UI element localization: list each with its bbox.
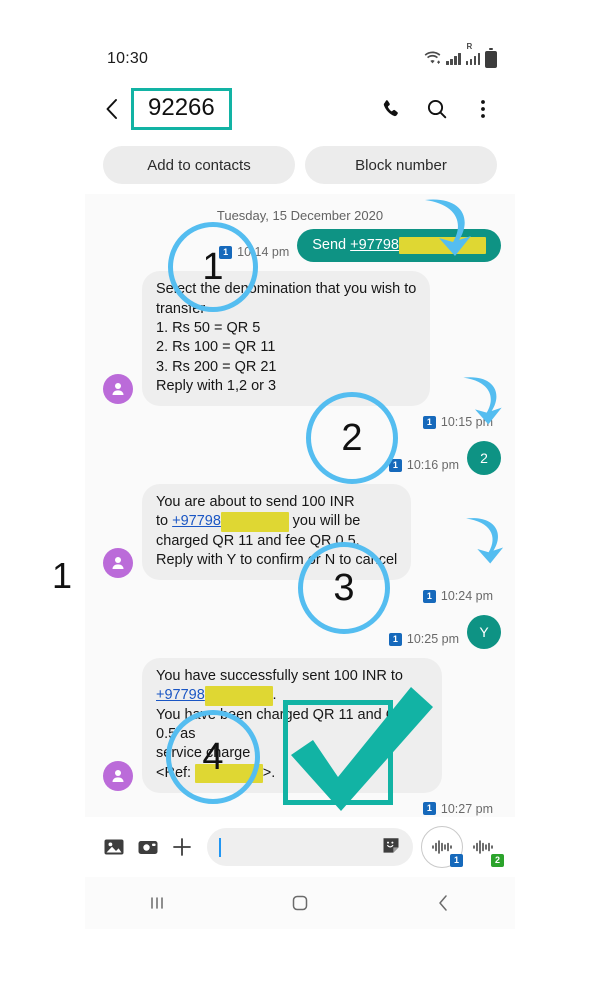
message-time: 10:16 pm [406, 458, 459, 473]
composer-bar: 1 2 [85, 817, 515, 877]
message-line: transfer [156, 300, 206, 317]
sim-badge: 1 [219, 245, 233, 259]
message-thread[interactable]: Tuesday, 15 December 2020 1 10:14 pm Sen… [85, 194, 515, 817]
message-row: You are about to send 100 INR to +97798X… [85, 484, 515, 581]
phone-icon[interactable] [379, 97, 403, 121]
wifi-icon [424, 50, 441, 69]
message-meta: 1 10:24 pm [422, 589, 493, 604]
message-meta-row: 1 10:27 pm [85, 802, 515, 819]
message-bubble-received[interactable]: You have successfully sent 100 INR to +9… [142, 658, 442, 793]
roaming-label: R [466, 42, 473, 51]
block-number-button[interactable]: Block number [305, 146, 497, 184]
message-row: 1 10:16 pm 2 [85, 441, 515, 476]
message-bubble-sent[interactable]: Send +97798XXXXXXXXX [297, 229, 501, 263]
text-caret [219, 837, 221, 857]
battery-icon [485, 48, 497, 68]
message-line: <Ref: XXXXXXX>. [156, 763, 428, 783]
status-icons: R [424, 43, 497, 69]
message-line: Reply with Y to confirm or N to cancel [156, 551, 398, 568]
annotation-margin-number: 1 [52, 555, 73, 596]
message-row: You have successfully sent 100 INR to +9… [85, 658, 515, 793]
message-row: 1 10:25 pm Y [85, 615, 515, 650]
action-chips: Add to contacts Block number [85, 140, 515, 194]
voice-waveform-icon [473, 840, 493, 854]
conversation-title-highlight: 92266 [131, 87, 232, 131]
phone-link[interactable]: +97798 [156, 687, 205, 703]
message-meta: 1 10:27 pm [422, 801, 493, 816]
message-line: charged QR 11 and fee QR 0.5. [156, 532, 360, 549]
status-bar: 10:30 R [85, 40, 515, 78]
sim-badge: 1 [422, 802, 436, 816]
voice-waveform-icon [432, 840, 452, 854]
message-text: Send [312, 237, 351, 253]
message-time: 10:27 pm [440, 801, 493, 816]
sim-badge: 1 [450, 854, 463, 867]
message-time: 10:15 pm [440, 415, 493, 430]
message-line: +97798XXXXXXX. [156, 686, 428, 706]
back-chevron-icon[interactable] [99, 96, 125, 122]
message-meta: 1 10:14 pm [219, 245, 289, 259]
message-bubble-received[interactable]: You are about to send 100 INR to +97798X… [142, 484, 412, 581]
message-bubble-received[interactable]: Select the denomination that you wish to… [142, 271, 431, 407]
sim-badge: 1 [388, 632, 402, 646]
message-line: 3. Rs 200 = QR 21 [156, 358, 277, 375]
message-line: You have successfully sent 100 INR to [156, 668, 403, 685]
signal-icon [446, 53, 461, 65]
redaction-block: XXXXXXX [204, 686, 273, 706]
sim-badge: 1 [388, 458, 402, 472]
message-line: 2. Rs 100 = QR 11 [156, 339, 276, 356]
message-bubble-sent[interactable]: 2 [467, 441, 501, 476]
phone-link[interactable]: +97798 [172, 513, 221, 529]
message-meta: 1 10:16 pm [388, 458, 459, 473]
avatar [103, 760, 133, 791]
message-meta-row: 1 10:24 pm [85, 589, 515, 606]
search-icon[interactable] [425, 97, 449, 121]
message-line: to +97798XXXXXXX you will be [156, 512, 397, 532]
back-icon[interactable] [423, 890, 463, 916]
add-to-contacts-button[interactable]: Add to contacts [103, 146, 295, 184]
voice-sim1-button[interactable]: 1 [421, 826, 463, 868]
message-row: Select the denomination that you wish to… [85, 271, 515, 407]
image-icon[interactable] [97, 830, 131, 864]
phone-link[interactable]: +97798 [350, 237, 399, 253]
message-meta: 1 10:25 pm [388, 632, 459, 647]
message-line: You have been charged QR 11 and QR 0.5 a… [156, 706, 408, 743]
home-icon[interactable] [280, 890, 320, 916]
message-line: Reply with 1,2 or 3 [156, 377, 277, 394]
avatar [103, 374, 133, 405]
message-line: 1. Rs 50 = QR 5 [156, 319, 261, 336]
redaction-block: XXXXXXXXX [398, 237, 486, 255]
message-meta: 1 10:15 pm [422, 415, 493, 430]
message-input[interactable] [207, 828, 413, 866]
roaming-signal-icon: R [465, 43, 480, 65]
message-line: service charge [156, 745, 251, 762]
redaction-block: XXXXXXX [220, 512, 289, 532]
message-row: 1 10:14 pm Send +97798XXXXXXXXX [85, 229, 515, 263]
system-nav-bar [85, 877, 515, 929]
message-time: 10:25 pm [406, 632, 459, 647]
message-line: Select the denomination that you wish to [156, 281, 417, 298]
page-title: 92266 [148, 93, 215, 121]
redaction-block: XXXXXXX [195, 763, 263, 783]
camera-icon[interactable] [131, 830, 165, 864]
sim-badge: 1 [422, 415, 436, 429]
status-clock: 10:30 [107, 50, 149, 67]
sim-badge: 1 [422, 589, 436, 603]
message-time: 10:24 pm [440, 589, 493, 604]
phone-screen: 10:30 R 92266 Add to contacts Block numb… [85, 40, 515, 945]
voice-sim2-button[interactable]: 2 [463, 827, 504, 867]
message-time: 10:14 pm [237, 245, 290, 260]
plus-icon[interactable] [165, 830, 199, 864]
sticker-icon[interactable] [381, 835, 401, 860]
message-bubble-sent[interactable]: Y [467, 615, 501, 650]
more-vertical-icon[interactable] [471, 97, 495, 121]
date-separator: Tuesday, 15 December 2020 [216, 208, 384, 223]
app-bar: 92266 [85, 78, 515, 140]
avatar [103, 548, 133, 579]
app-bar-actions [379, 97, 499, 121]
message-line: You are about to send 100 INR [156, 494, 355, 511]
recents-icon[interactable] [137, 890, 177, 916]
message-meta-row: 1 10:15 pm [85, 415, 515, 432]
sim-badge: 2 [491, 854, 504, 867]
